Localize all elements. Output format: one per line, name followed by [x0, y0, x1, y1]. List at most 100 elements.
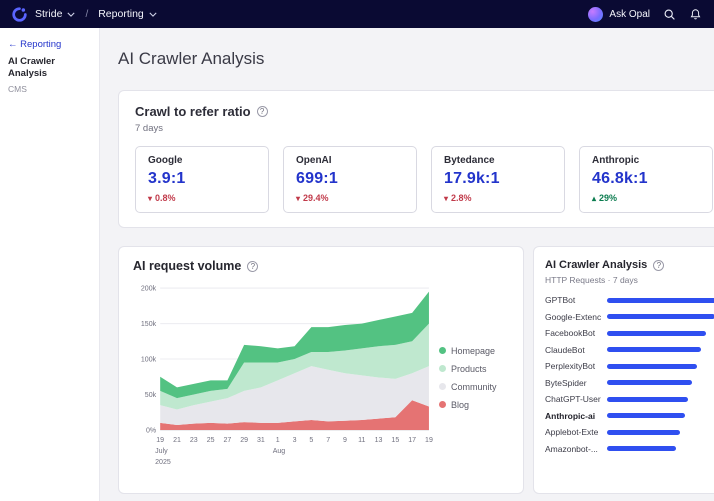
delta-value: 29.4% — [303, 193, 329, 203]
crawler-bar-track — [607, 413, 714, 418]
svg-text:7: 7 — [326, 437, 330, 444]
svg-text:29: 29 — [240, 437, 248, 444]
ask-opal-button[interactable]: Ask Opal — [588, 7, 650, 22]
sidebar-report-subtitle: CMS — [8, 84, 91, 94]
svg-text:13: 13 — [375, 437, 383, 444]
help-icon[interactable]: ? — [653, 260, 664, 271]
crawler-bar-list: GPTBotGoogle-ExtencFacebookBotClaudeBotP… — [545, 295, 714, 454]
page-title: AI Crawler Analysis — [118, 49, 714, 69]
metric-label: Anthropic — [592, 155, 700, 166]
svg-text:19: 19 — [156, 437, 164, 444]
chevron-down-icon — [149, 12, 157, 17]
svg-text:19: 19 — [425, 437, 433, 444]
crawler-bar-row: Anthropic-ai — [545, 411, 714, 421]
crawl-to-refer-ratio-card: Crawl to refer ratio ? 7 days Google 3.9… — [118, 90, 714, 228]
crawler-bar-fill — [607, 298, 714, 303]
metric-value: 46.8k:1 — [592, 170, 700, 188]
metric-card-anthropic: Anthropic 46.8k:1 ▴29% — [579, 146, 713, 213]
crawler-bar-fill — [607, 314, 714, 319]
breadcrumb-separator: / — [83, 9, 90, 20]
metric-row: Google 3.9:1 ▾0.8% OpenAI 699:1 ▾29.4% B… — [135, 146, 713, 213]
svg-text:2025: 2025 — [155, 459, 171, 466]
crawler-bot-label: GPTBot — [545, 295, 607, 305]
legend-item-homepage[interactable]: Homepage — [439, 346, 509, 356]
svg-text:July: July — [155, 448, 168, 455]
crawler-bar-row: Applebot-Exte — [545, 427, 714, 437]
svg-text:Aug: Aug — [273, 448, 286, 455]
svg-text:3: 3 — [293, 437, 297, 444]
crawler-bar-row: Amazonbot-... — [545, 444, 714, 454]
sidebar-report-title: AI Crawler Analysis — [8, 56, 91, 80]
help-icon[interactable]: ? — [247, 261, 258, 272]
crawler-card-subtitle: HTTP Requests · 7 days — [545, 275, 714, 285]
metric-card-google: Google 3.9:1 ▾0.8% — [135, 146, 269, 213]
svg-text:27: 27 — [224, 437, 232, 444]
delta-value: 2.8% — [451, 193, 472, 203]
crawler-bar-fill — [607, 413, 685, 418]
product-name: Stride — [35, 8, 62, 20]
metric-delta: ▴29% — [592, 193, 700, 203]
legend-item-products[interactable]: Products — [439, 364, 509, 374]
crawler-bar-fill — [607, 364, 697, 369]
svg-text:25: 25 — [207, 437, 215, 444]
back-to-reporting-link[interactable]: ← Reporting — [8, 39, 91, 50]
search-icon[interactable] — [663, 8, 676, 21]
brand-logo-icon[interactable] — [12, 7, 27, 22]
legend-item-community[interactable]: Community — [439, 382, 509, 392]
crawler-bar-fill — [607, 331, 706, 336]
metric-delta: ▾0.8% — [148, 193, 256, 203]
product-switcher-dropdown[interactable]: Stride — [35, 8, 75, 20]
chart-legend: Homepage Products Community Blog — [435, 279, 509, 476]
metric-card-openai: OpenAI 699:1 ▾29.4% — [283, 146, 417, 213]
crawler-bar-track — [607, 446, 714, 451]
crawler-bar-fill — [607, 397, 688, 402]
crawler-bot-label: FacebookBot — [545, 328, 607, 338]
legend-label: Products — [451, 364, 487, 374]
crawler-bar-row: ClaudeBot — [545, 345, 714, 355]
crawler-bar-row: ChatGPT-User — [545, 394, 714, 404]
svg-text:15: 15 — [391, 437, 399, 444]
legend-label: Blog — [451, 400, 469, 410]
svg-text:23: 23 — [190, 437, 198, 444]
svg-text:150k: 150k — [141, 321, 157, 328]
svg-text:1: 1 — [276, 437, 280, 444]
crawler-bar-row: PerplexityBot — [545, 361, 714, 371]
ai-request-volume-card: AI request volume ? 0%50k100k150k200k192… — [118, 246, 524, 494]
crawler-bot-label: Amazonbot-... — [545, 444, 607, 454]
crawler-bar-row: ByteSpider — [545, 378, 714, 388]
delta-value: 0.8% — [155, 193, 176, 203]
crawler-bar-track — [607, 364, 714, 369]
crawler-bot-label: ClaudeBot — [545, 345, 607, 355]
ask-opal-label: Ask Opal — [609, 9, 650, 20]
ratio-card-title: Crawl to refer ratio — [135, 104, 251, 119]
svg-text:0%: 0% — [146, 428, 156, 435]
crawler-bot-label: PerplexityBot — [545, 361, 607, 371]
delta-arrow-icon: ▾ — [296, 194, 300, 203]
ai-crawler-analysis-card: AI Crawler Analysis ? HTTP Requests · 7 … — [533, 246, 714, 494]
svg-text:5: 5 — [309, 437, 313, 444]
svg-text:31: 31 — [257, 437, 265, 444]
crawler-bar-track — [607, 314, 714, 319]
notifications-bell-icon[interactable] — [689, 8, 702, 21]
help-icon[interactable]: ? — [257, 106, 268, 117]
crawler-bar-track — [607, 331, 714, 336]
opal-avatar-icon — [588, 7, 603, 22]
top-navbar: Stride / Reporting Ask Opal — [0, 0, 714, 28]
section-name: Reporting — [98, 8, 144, 20]
crawler-bar-track — [607, 347, 714, 352]
metric-delta: ▾29.4% — [296, 193, 404, 203]
crawler-bar-fill — [607, 380, 692, 385]
crawler-bar-track — [607, 298, 714, 303]
svg-text:100k: 100k — [141, 357, 157, 364]
delta-arrow-icon: ▴ — [592, 194, 596, 203]
ratio-card-period: 7 days — [135, 123, 713, 134]
legend-dot-icon — [439, 383, 446, 390]
section-dropdown-reporting[interactable]: Reporting — [98, 8, 157, 20]
legend-dot-icon — [439, 347, 446, 354]
legend-dot-icon — [439, 401, 446, 408]
crawler-bar-row: GPTBot — [545, 295, 714, 305]
svg-text:200k: 200k — [141, 286, 157, 293]
legend-item-blog[interactable]: Blog — [439, 400, 509, 410]
delta-arrow-icon: ▾ — [148, 194, 152, 203]
metric-card-bytedance: Bytedance 17.9k:1 ▾2.8% — [431, 146, 565, 213]
